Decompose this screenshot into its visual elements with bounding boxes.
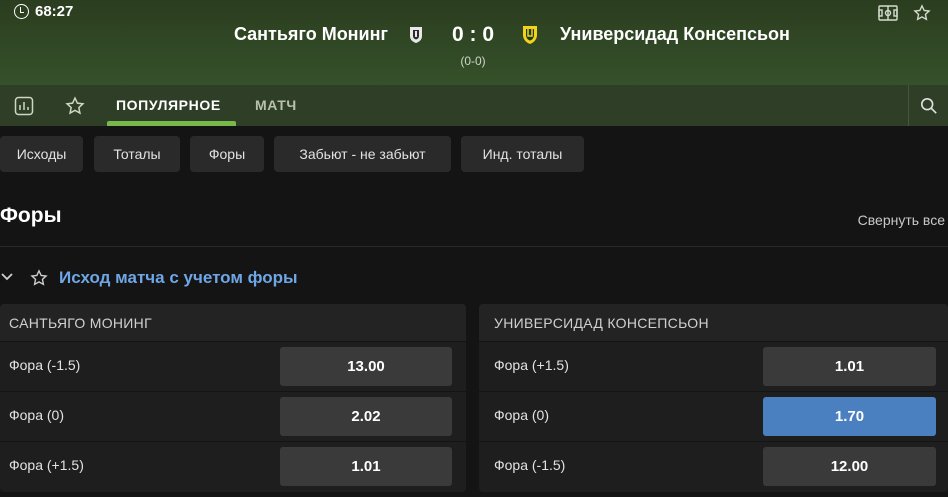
filter-both-score[interactable]: Забьют - не забьют xyxy=(274,136,451,172)
tab-popular[interactable]: ПОПУЛЯРНОЕ xyxy=(116,97,221,113)
filter-outcomes[interactable]: Исходы xyxy=(0,136,83,172)
odds-row: Фора (-1.5) 13.00 xyxy=(0,341,466,391)
odds-row: Фора (-1.5) 12.00 xyxy=(479,441,948,491)
odds-row: Фора (0) 2.02 xyxy=(0,391,466,441)
chevron-down-icon[interactable] xyxy=(0,270,14,284)
odds-button-selected[interactable]: 1.70 xyxy=(763,397,936,436)
match-header: 68:27 Сантьяго Монинг 0 : 0 Универсидад … xyxy=(0,0,948,85)
match-clock: 68:27 xyxy=(14,3,73,20)
search-icon xyxy=(920,97,937,114)
handicap-label: Фора (-1.5) xyxy=(9,357,81,373)
half-score: (0-0) xyxy=(460,54,486,68)
home-team-logo xyxy=(410,27,422,43)
filter-totals[interactable]: Тоталы xyxy=(94,136,180,172)
filter-handicaps[interactable]: Форы xyxy=(190,136,264,172)
odds-button[interactable]: 13.00 xyxy=(280,347,452,386)
filter-team-totals[interactable]: Инд. тоталы xyxy=(461,136,584,172)
field-icon[interactable] xyxy=(878,4,898,22)
odds-button[interactable]: 2.02 xyxy=(280,397,452,436)
handicap-label: Фора (0) xyxy=(494,407,550,423)
odds-row: Фора (+1.5) 1.01 xyxy=(479,341,948,391)
match-line: Сантьяго Монинг 0 : 0 Универсидад Консеп… xyxy=(0,23,948,48)
panel-header: САНТЬЯГО МОНИНГ xyxy=(0,304,466,341)
favorite-icon[interactable] xyxy=(65,96,85,116)
clock-icon xyxy=(14,4,29,19)
star-icon[interactable] xyxy=(912,4,932,22)
search-button[interactable] xyxy=(908,85,948,126)
odds-button[interactable]: 1.01 xyxy=(280,447,452,486)
stats-icon[interactable] xyxy=(14,96,34,116)
collapse-all-button[interactable]: Свернуть все xyxy=(858,212,945,228)
away-team-logo xyxy=(523,26,537,44)
handicap-label: Фора (+1.5) xyxy=(9,457,84,473)
odds-button[interactable]: 12.00 xyxy=(763,447,936,486)
home-team-name: Сантьяго Монинг xyxy=(233,24,388,44)
odds-row: Фора (0) 1.70 xyxy=(479,391,948,441)
odds-panel-away: УНИВЕРСИДАД КОНСЕПСЬОН Фора (+1.5) 1.01 … xyxy=(479,304,948,492)
match-time: 68:27 xyxy=(35,3,74,20)
odds-button[interactable]: 1.01 xyxy=(763,347,936,386)
handicap-label: Фора (-1.5) xyxy=(494,457,566,473)
active-tab-indicator xyxy=(107,121,236,126)
score: 0 : 0 xyxy=(451,23,495,46)
tab-bar: ПОПУЛЯРНОЕ МАТЧ xyxy=(0,85,948,126)
section-title: Форы xyxy=(0,204,62,227)
panel-header: УНИВЕРСИДАД КОНСЕПСЬОН xyxy=(479,304,948,341)
divider xyxy=(0,246,948,247)
tab-match[interactable]: МАТЧ xyxy=(255,97,297,113)
away-team-name: Универсидад Консепсьон xyxy=(560,24,790,44)
handicap-label: Фора (0) xyxy=(9,407,65,423)
handicap-label: Фора (+1.5) xyxy=(494,357,569,373)
star-icon[interactable] xyxy=(30,269,48,287)
odds-panel-home: САНТЬЯГО МОНИНГ Фора (-1.5) 13.00 Фора (… xyxy=(0,304,466,492)
market-title[interactable]: Исход матча с учетом форы xyxy=(59,268,298,288)
odds-row: Фора (+1.5) 1.01 xyxy=(0,441,466,491)
